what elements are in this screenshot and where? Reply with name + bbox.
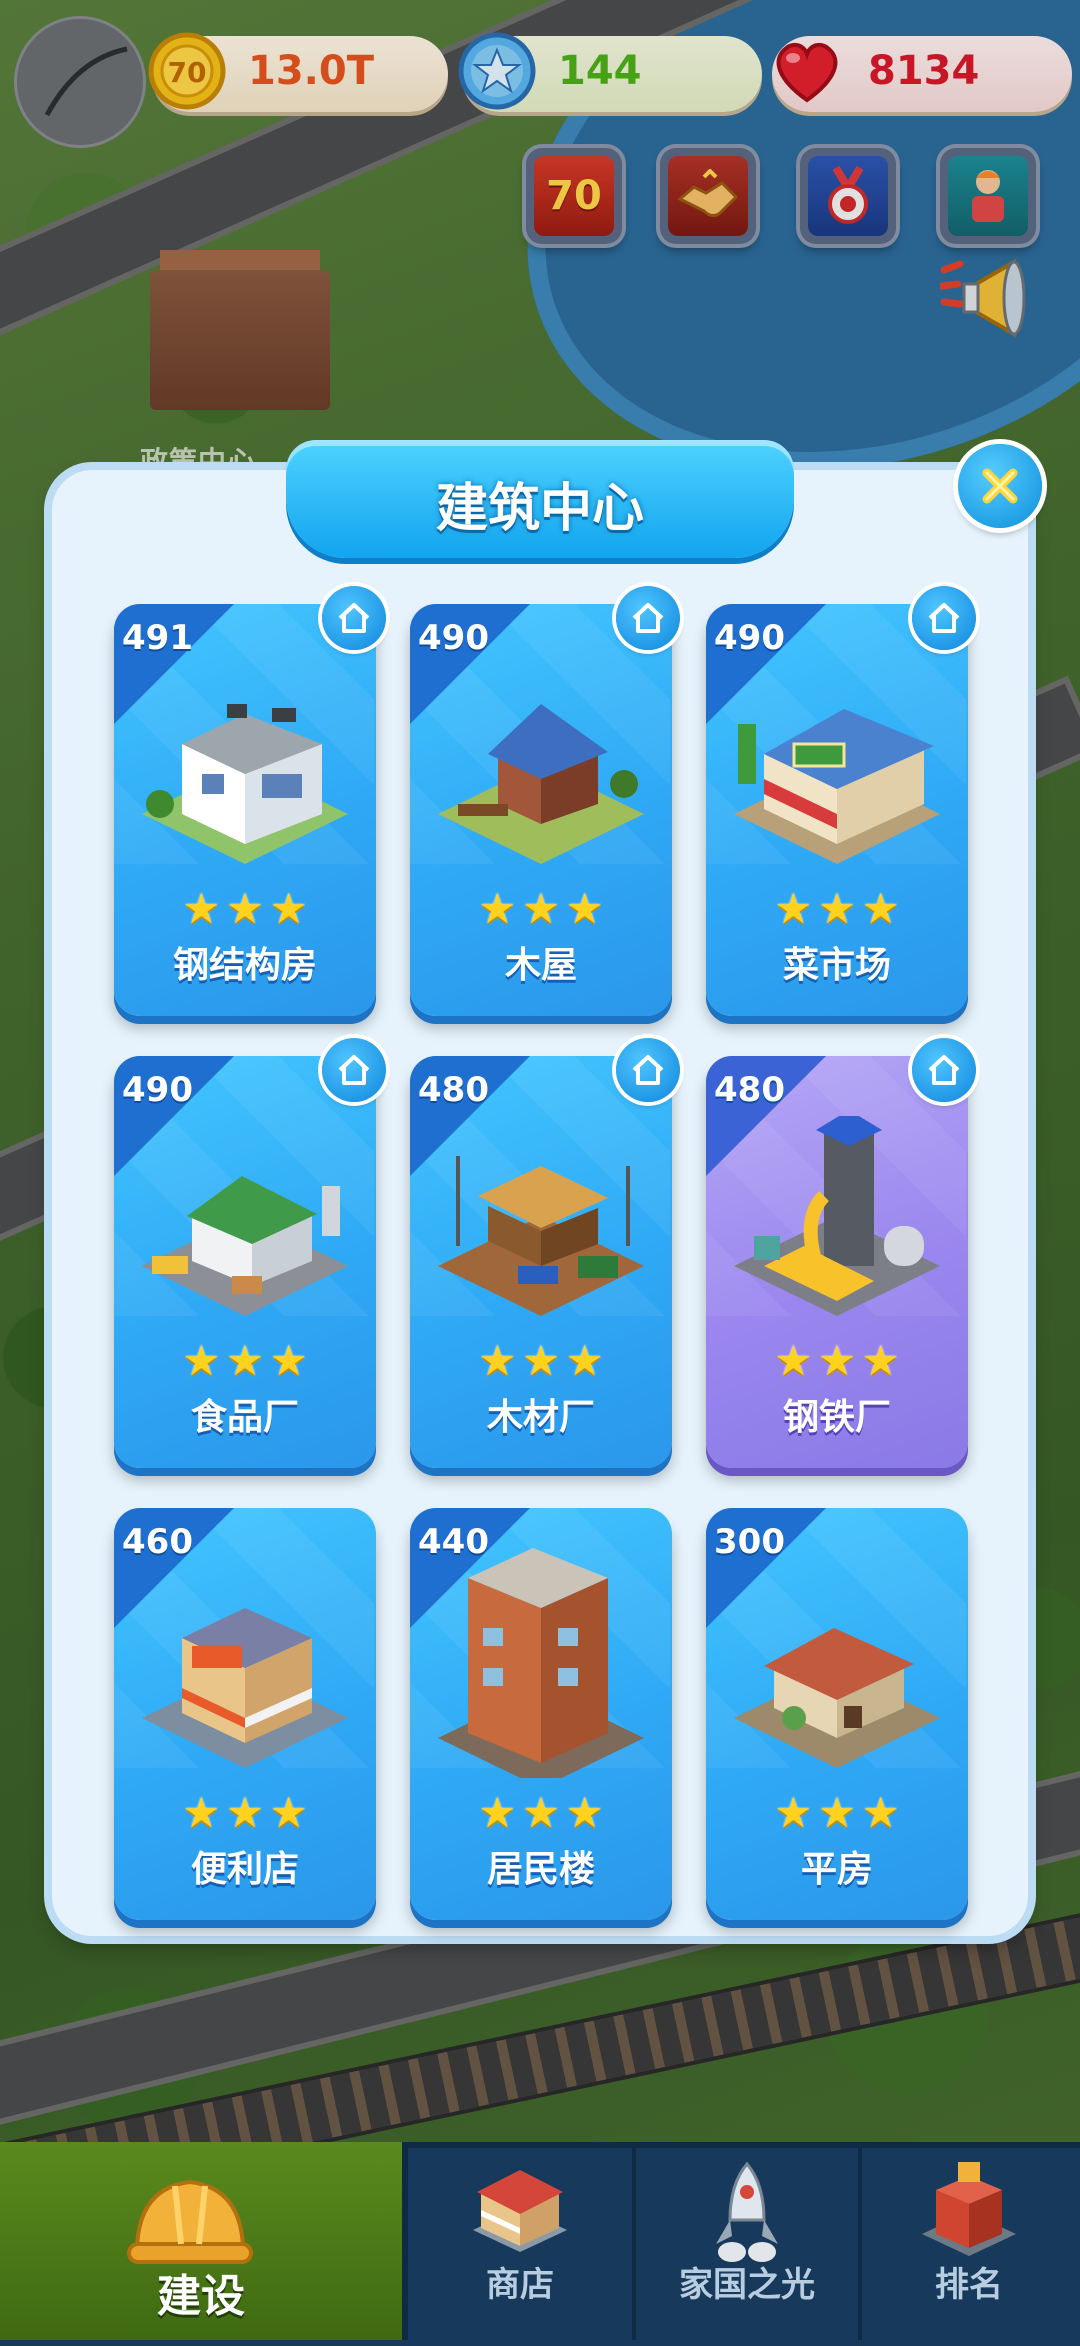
home-icon xyxy=(338,1055,370,1085)
building-level: 490 xyxy=(122,1070,193,1110)
close-icon xyxy=(982,468,1018,504)
nav-build-tab[interactable]: 建设 xyxy=(0,2142,408,2340)
home-marker-button[interactable] xyxy=(912,1038,976,1102)
building-name: 木屋 xyxy=(504,945,577,986)
lumber-mill-illustration xyxy=(438,1156,644,1316)
convenience-store-illustration xyxy=(142,1608,348,1768)
building-level: 490 xyxy=(714,618,785,658)
building-level: 480 xyxy=(714,1070,785,1110)
nav-shop-tab[interactable]: 商店 xyxy=(408,2142,632,2340)
star-rating: ★ ★ ★ xyxy=(774,1336,900,1385)
building-card-lumber-mill[interactable]: 480 ★ ★ ★ 木材厂 xyxy=(410,1056,672,1468)
building-card-vegetable-market[interactable]: 490 ★ ★ ★ 菜市场 xyxy=(706,604,968,1016)
building-name: 居民楼 xyxy=(486,1849,595,1890)
close-button[interactable] xyxy=(958,444,1042,528)
building-card-convenience-store[interactable]: 460 ★ ★ ★ 便利店 xyxy=(114,1508,376,1920)
steel-structure-house-illustration xyxy=(142,704,348,864)
home-marker-button[interactable] xyxy=(322,1038,386,1102)
nav-glory-tab[interactable]: 家国之光 xyxy=(632,2142,862,2340)
home-marker-button[interactable] xyxy=(616,586,680,650)
building-name: 食品厂 xyxy=(190,1397,299,1438)
nav-rank-tab[interactable]: 排名 xyxy=(858,2142,1080,2340)
home-icon xyxy=(632,1055,664,1085)
building-level: 480 xyxy=(418,1070,489,1110)
nav-shop-label: 商店 xyxy=(486,2265,554,2305)
star-rating: ★ ★ ★ xyxy=(182,884,308,933)
building-level: 490 xyxy=(418,618,489,658)
star-rating: ★ ★ ★ xyxy=(774,1788,900,1837)
vegetable-market-illustration xyxy=(734,709,940,864)
building-card-steel-mill[interactable]: 480 ★ ★ ★ 钢铁厂 xyxy=(706,1056,968,1468)
building-name: 菜市场 xyxy=(782,945,891,986)
building-card-steel-structure-house[interactable]: 491 ★ ★ ★ 钢结构房 xyxy=(114,604,376,1016)
steel-mill-illustration xyxy=(734,1116,940,1316)
nav-glory-label: 家国之光 xyxy=(679,2265,815,2305)
building-card-wooden-house[interactable]: 490 ★ ★ ★ 木屋 xyxy=(410,604,672,1016)
building-name: 便利店 xyxy=(190,1849,299,1890)
nav-rank-label: 排名 xyxy=(935,2265,1003,2305)
star-rating: ★ ★ ★ xyxy=(774,884,900,933)
residential-building-illustration xyxy=(438,1548,644,1778)
home-icon xyxy=(928,603,960,633)
building-level: 300 xyxy=(714,1522,785,1562)
food-factory-illustration xyxy=(142,1176,348,1316)
star-rating: ★ ★ ★ xyxy=(478,1336,604,1385)
building-name: 钢铁厂 xyxy=(782,1397,891,1438)
home-icon xyxy=(338,603,370,633)
nav-build-label: 建设 xyxy=(157,2271,245,2322)
building-card-residential-building[interactable]: 440 ★ ★ ★ 居民楼 xyxy=(410,1508,672,1920)
building-level: 460 xyxy=(122,1522,193,1562)
bungalow-illustration xyxy=(734,1628,940,1768)
home-marker-button[interactable] xyxy=(322,586,386,650)
building-card-food-factory[interactable]: 490 ★ ★ ★ 食品厂 xyxy=(114,1056,376,1468)
building-name: 木材厂 xyxy=(486,1397,595,1438)
building-name: 平房 xyxy=(800,1849,873,1890)
star-rating: ★ ★ ★ xyxy=(182,1336,308,1385)
star-rating: ★ ★ ★ xyxy=(478,884,604,933)
shop-icon xyxy=(473,2170,567,2252)
star-rating: ★ ★ ★ xyxy=(478,1788,604,1837)
wooden-house-illustration xyxy=(438,704,644,864)
star-rating: ★ ★ ★ xyxy=(182,1788,308,1837)
home-marker-button[interactable] xyxy=(616,1038,680,1102)
building-card-bungalow[interactable]: 300 ★ ★ ★ 平房 xyxy=(706,1508,968,1920)
building-level: 491 xyxy=(122,618,193,658)
dialog-title-bar: 建筑中心 xyxy=(286,440,794,558)
dialog-title: 建筑中心 xyxy=(435,479,644,539)
home-marker-button[interactable] xyxy=(912,586,976,650)
building-name: 钢结构房 xyxy=(172,945,317,986)
rocket-icon xyxy=(716,2161,778,2262)
ranking-icon xyxy=(922,2162,1016,2256)
home-icon xyxy=(928,1055,960,1085)
home-icon xyxy=(632,603,664,633)
